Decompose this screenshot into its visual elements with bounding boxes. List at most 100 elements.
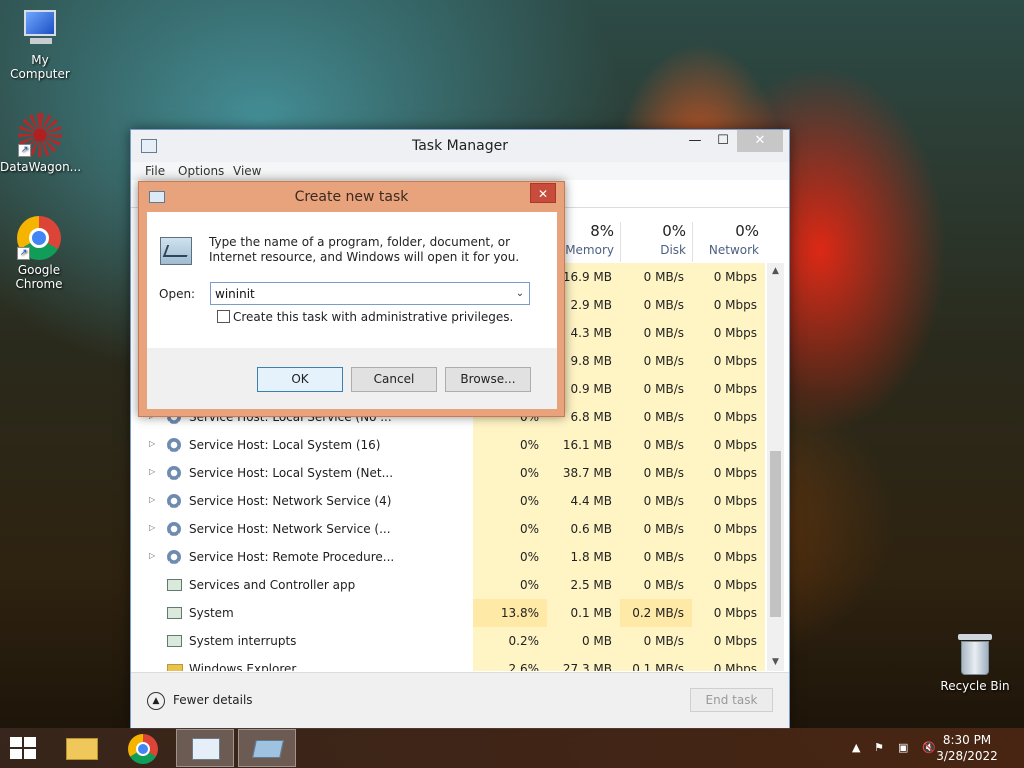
cpu-cell: 0% [473, 543, 547, 571]
menu-options[interactable]: Options [178, 164, 224, 178]
title-bar[interactable]: Task Manager — ☐ ✕ [131, 130, 789, 162]
taskbar: ▲ ⚑ ▣ 🔇 8:30 PM 3/28/2022 [0, 728, 1024, 768]
desktop-icon-recycle-bin[interactable]: Recycle Bin [935, 632, 1015, 693]
open-label: Open: [159, 287, 196, 301]
desktop-icon-my-computer[interactable]: My Computer [0, 10, 80, 81]
column-pct: 0% [735, 222, 759, 240]
cpu-cell: 0.2% [473, 627, 547, 655]
table-row[interactable]: Windows Explorer 2.6% 27.3 MB 0.1 MB/s 0… [131, 655, 765, 671]
expand-arrow-icon[interactable]: ▷ [149, 495, 155, 504]
network-cell: 0 Mbps [692, 487, 765, 515]
chrome-icon: ↗ [17, 216, 61, 260]
network-cell: 0 Mbps [692, 515, 765, 543]
network-cell: 0 Mbps [692, 319, 765, 347]
expand-arrow-icon[interactable]: ▷ [149, 523, 155, 532]
expand-arrow-icon[interactable]: ▷ [149, 551, 155, 560]
fewer-details-link[interactable]: Fewer details [173, 693, 253, 707]
process-name: Services and Controller app [189, 578, 356, 592]
end-task-button[interactable]: End task [690, 688, 773, 712]
minimize-button[interactable]: — [681, 130, 709, 152]
close-button[interactable]: ✕ [737, 130, 783, 152]
window-app-icon [167, 635, 182, 647]
table-row[interactable]: ▷ Service Host: Network Service (... 0% … [131, 515, 765, 543]
desktop-icon-datawagon[interactable]: ↗ DataWagon... [0, 113, 82, 174]
memory-cell: 38.7 MB [547, 459, 620, 487]
disk-cell: 0 MB/s [620, 515, 692, 543]
menu-view[interactable]: View [233, 164, 261, 178]
network-cell: 0 Mbps [692, 655, 765, 671]
action-center-flag-icon[interactable]: ⚑ [874, 741, 884, 754]
scroll-up-icon[interactable]: ▲ [767, 263, 784, 280]
disk-cell: 0 MB/s [620, 571, 692, 599]
disk-cell: 0 MB/s [620, 263, 692, 291]
network-cell: 0 Mbps [692, 599, 765, 627]
browse-button[interactable]: Browse... [445, 367, 531, 392]
process-name: System [189, 606, 234, 620]
disk-cell: 0 MB/s [620, 459, 692, 487]
network-cell: 0 Mbps [692, 431, 765, 459]
process-name: Service Host: Remote Procedure... [189, 550, 395, 564]
column-header-disk[interactable]: 0% Disk [620, 222, 692, 262]
process-name: System interrupts [189, 634, 297, 648]
column-pct: 0% [662, 222, 686, 240]
expand-arrow-icon[interactable]: ▷ [149, 439, 155, 448]
process-name: Windows Explorer [189, 662, 297, 671]
column-label: Network [708, 243, 759, 257]
admin-privileges-checkbox[interactable] [217, 310, 230, 323]
show-hidden-icons-icon[interactable]: ▲ [852, 741, 860, 754]
shortcut-arrow-icon: ↗ [18, 144, 31, 157]
taskbar-task-manager[interactable] [176, 729, 234, 767]
memory-cell: 0.1 MB [547, 599, 620, 627]
dialog-title-bar[interactable]: Create new task ✕ [139, 182, 564, 212]
menu-file[interactable]: File [145, 164, 165, 178]
window-app-icon [167, 607, 182, 619]
process-name: Service Host: Local System (Net... [189, 466, 394, 480]
table-row[interactable]: System 13.8% 0.1 MB 0.2 MB/s 0 Mbps [131, 599, 765, 627]
cpu-cell: 13.8% [473, 599, 547, 627]
scrollbar-thumb[interactable] [770, 451, 781, 617]
vertical-scrollbar[interactable]: ▲ ▼ [767, 263, 784, 671]
disk-cell: 0 MB/s [620, 543, 692, 571]
open-input[interactable] [211, 283, 507, 304]
memory-cell: 16.1 MB [547, 431, 620, 459]
memory-cell: 1.8 MB [547, 543, 620, 571]
taskbar-file-explorer[interactable] [52, 729, 110, 767]
chevron-down-icon[interactable]: ⌄ [511, 283, 529, 304]
ok-button[interactable]: OK [257, 367, 343, 392]
disk-cell: 0 MB/s [620, 403, 692, 431]
dialog-close-button[interactable]: ✕ [530, 183, 556, 203]
cpu-cell: 0% [473, 459, 547, 487]
table-row[interactable]: ▷ Service Host: Network Service (4) 0% 4… [131, 487, 765, 515]
cancel-button[interactable]: Cancel [351, 367, 437, 392]
desktop-icon-google-chrome[interactable]: ↗ Google Chrome [0, 216, 78, 291]
clock[interactable]: 8:30 PM 3/28/2022 [932, 732, 1002, 764]
network-cell: 0 Mbps [692, 459, 765, 487]
table-row[interactable]: ▷ Service Host: Remote Procedure... 0% 1… [131, 543, 765, 571]
window-app-icon [167, 579, 182, 591]
table-row[interactable]: ▷ Service Host: Local System (Net... 0% … [131, 459, 765, 487]
scroll-down-icon[interactable]: ▼ [767, 654, 784, 671]
open-combobox[interactable]: ⌄ [210, 282, 530, 305]
disk-cell: 0.2 MB/s [620, 599, 692, 627]
chevron-up-icon[interactable]: ▲ [147, 692, 165, 710]
memory-cell: 27.3 MB [547, 655, 620, 671]
maximize-button[interactable]: ☐ [709, 130, 737, 152]
taskbar-chrome[interactable] [114, 729, 172, 767]
desktop-icon-label: DataWagon... [0, 160, 82, 174]
taskbar-run-dialog[interactable] [238, 729, 296, 767]
expand-arrow-icon[interactable]: ▷ [149, 467, 155, 476]
network-cell: 0 Mbps [692, 403, 765, 431]
process-name: Service Host: Network Service (... [189, 522, 391, 536]
table-row[interactable]: System interrupts 0.2% 0 MB 0 MB/s 0 Mbp… [131, 627, 765, 655]
dialog-description: Type the name of a program, folder, docu… [209, 235, 520, 264]
table-row[interactable]: Services and Controller app 0% 2.5 MB 0 … [131, 571, 765, 599]
start-button[interactable] [10, 737, 38, 759]
column-header-network[interactable]: 0% Network [692, 222, 765, 262]
memory-cell: 2.5 MB [547, 571, 620, 599]
menu-bar: File Options View [131, 162, 789, 180]
admin-privileges-label[interactable]: Create this task with administrative pri… [233, 310, 513, 324]
table-row[interactable]: ▷ Service Host: Local System (16) 0% 16.… [131, 431, 765, 459]
network-icon[interactable]: ▣ [898, 741, 908, 754]
network-cell: 0 Mbps [692, 543, 765, 571]
gear-icon [167, 494, 181, 508]
